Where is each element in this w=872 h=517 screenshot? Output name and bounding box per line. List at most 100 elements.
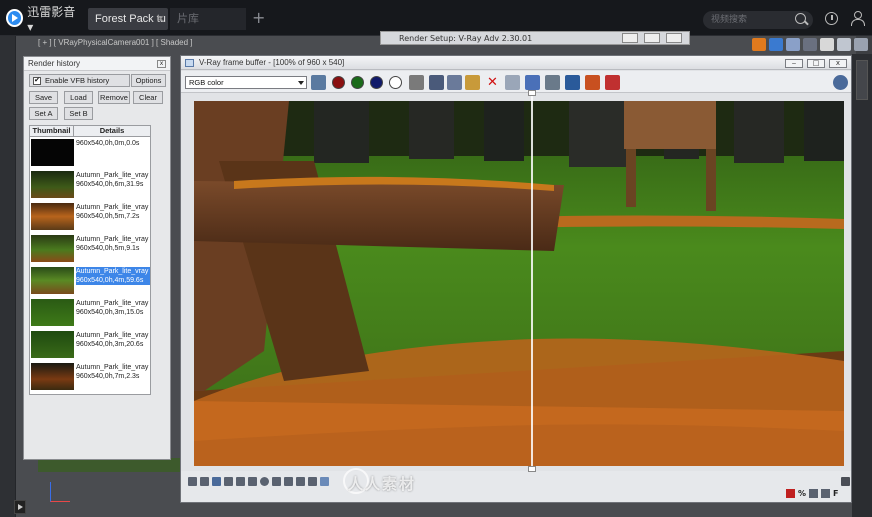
history-details: Autumn_Park_lite_vray 960x540,0h,6m,31.9s bbox=[76, 172, 149, 188]
render-thumbnail bbox=[31, 363, 74, 390]
lut-icon[interactable] bbox=[272, 477, 281, 486]
srgb-icon[interactable] bbox=[296, 477, 305, 486]
settings-icon[interactable] bbox=[820, 38, 834, 51]
alpha-channel-icon[interactable] bbox=[389, 76, 402, 89]
history-row[interactable]: Autumn_Park_lite_vray 960x540,0h,3m,20.6s bbox=[30, 329, 150, 361]
set-a-button[interactable]: Set A bbox=[29, 107, 58, 120]
history-row-selected[interactable]: Autumn_Park_lite_vray 960x540,0h,4m,59.6s bbox=[30, 265, 150, 297]
fit-icon[interactable]: F bbox=[833, 489, 838, 498]
curve-icon[interactable] bbox=[236, 477, 245, 486]
expand-panel-icon[interactable] bbox=[841, 477, 850, 486]
search-icon[interactable] bbox=[795, 13, 806, 24]
percent-icon[interactable]: % bbox=[798, 489, 806, 498]
load-image-icon[interactable] bbox=[465, 75, 480, 90]
set-b-button[interactable]: Set B bbox=[64, 107, 93, 120]
remove-button[interactable]: Remove bbox=[98, 91, 130, 104]
monochrome-icon[interactable] bbox=[409, 75, 424, 90]
render-setup-icon[interactable] bbox=[769, 38, 783, 51]
duplicate-icon[interactable] bbox=[505, 75, 520, 90]
layers-icon[interactable] bbox=[809, 489, 819, 498]
clear-image-icon[interactable]: ✕ bbox=[485, 75, 500, 90]
chevron-down-icon bbox=[298, 81, 304, 85]
ab-compare-divider[interactable] bbox=[531, 92, 533, 472]
render-icon[interactable] bbox=[752, 38, 766, 51]
tab-library[interactable]: 片库 bbox=[170, 8, 246, 30]
clear-button[interactable]: Clear bbox=[133, 91, 163, 104]
compare-b-icon[interactable] bbox=[605, 75, 620, 90]
blue-channel-icon[interactable] bbox=[370, 76, 383, 89]
options-button[interactable]: Options bbox=[131, 74, 166, 87]
command-panel-scrollbar[interactable] bbox=[856, 60, 868, 100]
panel-toggle-icon[interactable] bbox=[188, 477, 197, 486]
history-row[interactable]: Autumn_Park_lite_vray 960x540,0h,3m,15.0s bbox=[30, 297, 150, 329]
track-mouse-icon[interactable] bbox=[525, 75, 540, 90]
enable-vfb-history-label: Enable VFB history bbox=[45, 76, 110, 85]
compare-a-icon[interactable] bbox=[585, 75, 600, 90]
new-tab-button[interactable]: + bbox=[252, 7, 265, 29]
close-icon[interactable]: x bbox=[157, 60, 166, 68]
vray-frame-buffer-window: V-Ray frame buffer - [100% of 960 x 540]… bbox=[180, 55, 852, 503]
rendered-image[interactable] bbox=[194, 101, 844, 466]
quick-render-icon[interactable] bbox=[803, 38, 817, 51]
grid-icon[interactable] bbox=[821, 489, 831, 498]
divider-bottom-handle[interactable] bbox=[528, 466, 536, 472]
enable-vfb-history-checkbox[interactable]: ✔ Enable VFB history bbox=[29, 74, 130, 87]
levels-icon[interactable] bbox=[224, 477, 233, 486]
lens-effects-icon[interactable] bbox=[320, 477, 329, 486]
viewport-label[interactable]: [ + ] [ VRayPhysicalCamera001 ] [ Shaded… bbox=[38, 38, 193, 47]
channel-dropdown-value: RGB color bbox=[189, 78, 224, 87]
player-menu-button[interactable]: 迅雷影音 ▾ bbox=[6, 5, 82, 34]
exposure-icon[interactable] bbox=[248, 477, 257, 486]
region-render-icon[interactable] bbox=[565, 75, 580, 90]
channel-toggle-icon[interactable] bbox=[311, 75, 326, 90]
divider-top-handle[interactable] bbox=[528, 90, 536, 96]
history-row[interactable]: Autumn_Park_lite_vray 960x540,0h,5m,7.2s bbox=[30, 201, 150, 233]
color-correction-icon[interactable] bbox=[260, 477, 269, 486]
history-toggle-icon[interactable] bbox=[200, 477, 209, 486]
history-table-header: Thumbnail Details bbox=[29, 125, 151, 137]
history-row[interactable]: Autumn_Park_lite_vray 960x540,0h,7m,2.3s bbox=[30, 361, 150, 393]
render-thumbnail bbox=[31, 203, 74, 230]
save-all-icon[interactable] bbox=[447, 75, 462, 90]
render-setup-close-button[interactable] bbox=[666, 33, 682, 43]
history-details: Autumn_Park_lite_vray 960x540,0h,5m,7.2s bbox=[76, 204, 149, 220]
render-thumbnail bbox=[31, 171, 74, 198]
command-panel bbox=[852, 54, 872, 517]
user-icon[interactable] bbox=[850, 11, 865, 27]
history-details: 960x540,0h,0m,0.0s bbox=[76, 140, 140, 147]
red-channel-icon[interactable] bbox=[332, 76, 345, 89]
channel-dropdown[interactable]: RGB color bbox=[185, 76, 307, 89]
vfb-toolbar: RGB color ✕ bbox=[181, 71, 851, 93]
thumbnail-column-header[interactable]: Thumbnail bbox=[30, 126, 74, 136]
history-row[interactable]: Autumn_Park_lite_vray 960x540,0h,5m,9.1s bbox=[30, 233, 150, 265]
teapot-render-icon[interactable] bbox=[545, 75, 560, 90]
histogram-icon[interactable] bbox=[284, 477, 293, 486]
wrench-icon[interactable] bbox=[854, 38, 868, 51]
tab-close-icon[interactable]: × bbox=[156, 8, 165, 30]
viewport-ground-preview bbox=[38, 458, 184, 472]
history-row[interactable]: 960x540,0h,0m,0.0s bbox=[30, 137, 150, 169]
info-icon[interactable] bbox=[212, 477, 221, 486]
compare-icon[interactable] bbox=[308, 477, 317, 486]
history-row[interactable]: Autumn_Park_lite_vray 960x540,0h,6m,31.9s bbox=[30, 169, 150, 201]
maximize-button[interactable]: □ bbox=[807, 59, 825, 68]
history-clock-icon[interactable] bbox=[825, 12, 838, 25]
render-history-panel: Render history x ✔ Enable VFB history Op… bbox=[23, 56, 171, 460]
play-icon[interactable] bbox=[14, 500, 26, 514]
stop-icon[interactable] bbox=[786, 489, 795, 498]
green-channel-icon[interactable] bbox=[351, 76, 364, 89]
teapot-icon[interactable] bbox=[833, 75, 848, 90]
render-setup-maximize-button[interactable] bbox=[644, 33, 660, 43]
minimize-button[interactable]: ‒ bbox=[785, 59, 803, 68]
render-thumbnail bbox=[31, 299, 74, 326]
render-frame-icon[interactable] bbox=[786, 38, 800, 51]
load-button[interactable]: Load bbox=[64, 91, 93, 104]
render-setup-minimize-button[interactable] bbox=[622, 33, 638, 43]
save-image-icon[interactable] bbox=[429, 75, 444, 90]
vfb-app-icon bbox=[185, 59, 194, 67]
vfb-titlebar[interactable]: V-Ray frame buffer - [100% of 960 x 540] bbox=[181, 56, 851, 70]
camera-icon[interactable] bbox=[837, 38, 851, 51]
save-button[interactable]: Save bbox=[29, 91, 58, 104]
details-column-header[interactable]: Details bbox=[74, 126, 150, 136]
close-button[interactable]: x bbox=[829, 59, 847, 68]
